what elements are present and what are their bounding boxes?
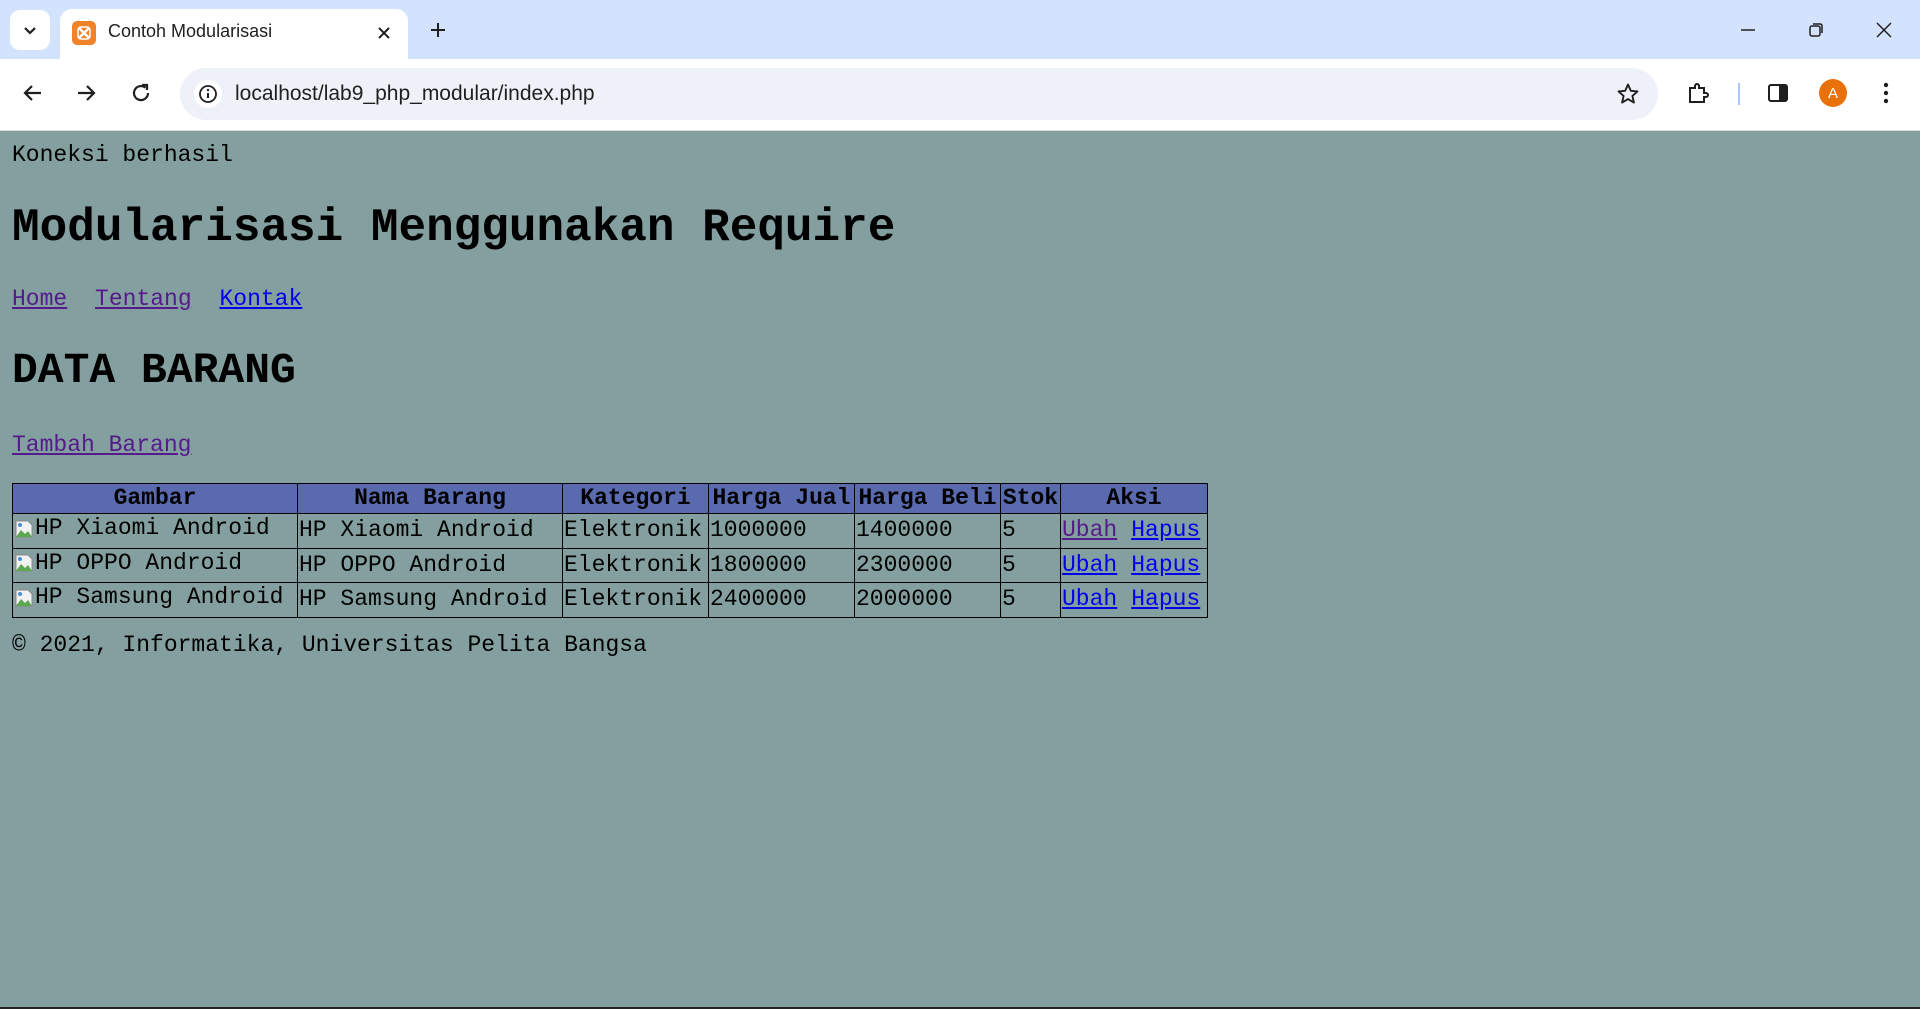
tab-strip: Contoh Modularisasi (0, 0, 1920, 59)
broken-image-icon (15, 520, 33, 537)
delete-link[interactable]: Hapus (1131, 517, 1200, 543)
column-header-stok: Stok (1000, 483, 1061, 514)
cell-gambar: HP OPPO Android (12, 547, 298, 583)
reload-button[interactable] (121, 73, 161, 113)
star-icon (1617, 83, 1639, 104)
forward-button[interactable] (66, 73, 106, 113)
minimize-button[interactable] (1728, 10, 1768, 50)
restore-button[interactable] (1796, 10, 1836, 50)
edit-link[interactable]: Ubah (1062, 552, 1117, 578)
profile-button[interactable]: A (1813, 73, 1853, 113)
reload-icon (132, 83, 150, 102)
bookmark-button[interactable] (1614, 80, 1642, 108)
cell-stok: 5 (1000, 513, 1061, 549)
edit-link[interactable]: Ubah (1062, 586, 1117, 612)
cell-nama-barang: HP Xiaomi Android (297, 513, 563, 549)
back-button[interactable] (13, 73, 53, 113)
data-table: Gambar Nama Barang Kategori Harga Jual H… (12, 483, 1208, 618)
cell-harga-beli: 2300000 (854, 547, 1001, 583)
edit-link[interactable]: Ubah (1062, 517, 1117, 543)
cell-stok: 5 (1000, 582, 1061, 618)
cell-nama-barang: HP OPPO Android (297, 547, 563, 583)
connection-status: Koneksi berhasil (12, 142, 233, 168)
tab-search-icon (24, 27, 36, 35)
cell-nama-barang: HP Samsung Android (297, 582, 563, 618)
cell-harga-beli: 2000000 (854, 582, 1001, 618)
close-icon (1876, 22, 1892, 38)
cell-gambar: HP Samsung Android (12, 582, 298, 618)
column-header-aksi: Aksi (1060, 483, 1208, 514)
cell-harga-jual: 1000000 (708, 513, 855, 549)
window-close-button[interactable] (1864, 10, 1904, 50)
section-title: DATA BARANG (12, 346, 296, 395)
menu-icon (1883, 82, 1889, 104)
broken-image-icon (15, 554, 33, 572)
tab-close-button[interactable] (372, 21, 396, 45)
cell-harga-beli: 1400000 (854, 513, 1001, 549)
cell-harga-jual: 1800000 (708, 547, 855, 583)
close-icon (378, 27, 390, 39)
nav-link-tentang[interactable]: Tentang (95, 286, 192, 312)
browser-toolbar: localhost/lab9_php_modular/index.php A (0, 59, 1920, 131)
browser-chrome: Contoh Modularisasi localhost/lab9_php_m… (0, 0, 1920, 131)
broken-image: HP Samsung Android (14, 583, 283, 612)
cell-kategori: Elektronik (562, 513, 709, 549)
minimize-icon (1741, 29, 1755, 31)
plus-icon (431, 23, 445, 37)
cell-gambar: HP Xiaomi Android (12, 513, 298, 549)
restore-icon (1809, 23, 1823, 37)
table-row: HP Samsung Android HP Samsung Android El… (12, 582, 1208, 618)
tab-title: Contoh Modularisasi (108, 21, 273, 41)
column-header-gambar: Gambar (12, 483, 298, 514)
cell-aksi: Ubah Hapus (1060, 547, 1208, 583)
image-alt-text: HP OPPO Android (35, 549, 243, 576)
cell-harga-jual: 2400000 (708, 582, 855, 618)
image-alt-text: HP Samsung Android (35, 584, 284, 610)
address-bar[interactable]: localhost/lab9_php_modular/index.php (180, 68, 1658, 120)
tab-search-button[interactable] (10, 10, 50, 50)
extensions-icon (1689, 83, 1709, 103)
add-item-link[interactable]: Tambah Barang (12, 432, 191, 458)
side-panel-icon (1768, 84, 1788, 102)
broken-image: HP OPPO Android (14, 549, 242, 578)
footer-text: © 2021, Informatika, Universitas Pelita … (12, 632, 647, 658)
image-alt-text: HP Xiaomi Android (35, 515, 270, 541)
table-header-row: Gambar Nama Barang Kategori Harga Jual H… (12, 483, 1208, 514)
site-info-button[interactable] (194, 80, 222, 108)
main-nav: Home Tentang Kontak (12, 286, 316, 312)
avatar: A (1819, 79, 1847, 107)
column-header-harga-beli: Harga Beli (854, 483, 1001, 514)
browser-menu-button[interactable] (1866, 73, 1906, 113)
cell-aksi: Ubah Hapus (1060, 513, 1208, 549)
page-content: Koneksi berhasil Modularisasi Menggunaka… (0, 130, 1920, 1009)
column-header-kategori: Kategori (562, 483, 709, 514)
nav-link-kontak[interactable]: Kontak (219, 286, 302, 312)
cell-kategori: Elektronik (562, 547, 709, 583)
cell-aksi: Ubah Hapus (1060, 582, 1208, 618)
broken-image: HP Xiaomi Android (14, 514, 270, 543)
cell-stok: 5 (1000, 547, 1061, 583)
back-icon (23, 85, 41, 101)
column-header-nama-barang: Nama Barang (297, 483, 563, 514)
extensions-button[interactable] (1678, 73, 1718, 113)
url-text[interactable]: localhost/lab9_php_modular/index.php (235, 82, 595, 106)
new-tab-button[interactable] (422, 14, 454, 46)
delete-link[interactable]: Hapus (1131, 552, 1200, 578)
xampp-favicon-icon (72, 21, 96, 45)
delete-link[interactable]: Hapus (1131, 586, 1200, 612)
toolbar-separator (1738, 83, 1740, 105)
broken-image-icon (15, 589, 33, 606)
nav-link-home[interactable]: Home (12, 286, 67, 312)
page-title: Modularisasi Menggunakan Require (12, 202, 896, 254)
side-panel-button[interactable] (1758, 73, 1798, 113)
table-row: HP OPPO Android HP OPPO Android Elektron… (12, 547, 1208, 583)
site-info-icon (199, 85, 217, 103)
column-header-harga-jual: Harga Jual (708, 483, 855, 514)
cell-kategori: Elektronik (562, 582, 709, 618)
forward-icon (78, 85, 96, 101)
table-row: HP Xiaomi Android HP Xiaomi Android Elek… (12, 513, 1208, 549)
active-tab[interactable]: Contoh Modularisasi (60, 9, 408, 59)
